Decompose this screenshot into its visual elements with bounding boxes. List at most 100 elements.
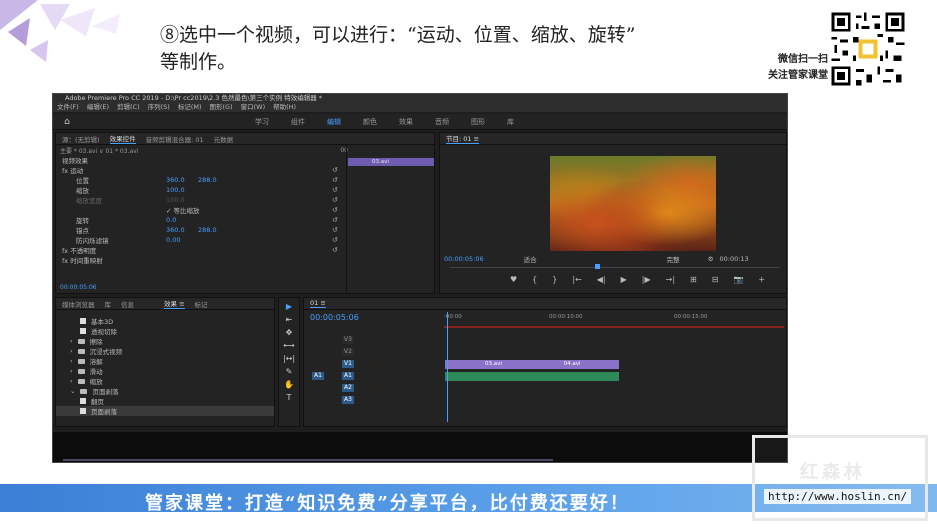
hand-tool-icon[interactable]: ✋ (284, 380, 294, 389)
ec-clip-bar[interactable]: 03.avi (348, 158, 434, 166)
reset-icon[interactable]: ↺ (332, 166, 338, 174)
effect-row-position[interactable]: 位置 360.0 288.0 ↺ (56, 175, 434, 185)
tab-media-browser[interactable]: 媒体浏览器 (62, 299, 95, 309)
menu-edit[interactable]: 编辑(E) (87, 103, 109, 112)
work-area-bar[interactable] (444, 326, 784, 328)
reset-icon[interactable]: ↺ (332, 176, 338, 184)
chevron-right-icon[interactable]: › (70, 367, 73, 375)
reset-icon[interactable]: ↺ (332, 186, 338, 194)
play-icon[interactable]: ▶ (621, 275, 627, 284)
extract-icon[interactable]: ⊟ (712, 275, 719, 284)
selection-tool-icon[interactable]: ▶ (286, 302, 292, 311)
list-item[interactable]: 翻页 (56, 396, 274, 406)
chevron-right-icon[interactable]: › (70, 357, 73, 365)
track-label[interactable]: V2 (342, 348, 354, 356)
export-frame-icon[interactable]: 📷 (733, 275, 743, 284)
menu-sequence[interactable]: 序列(S) (148, 103, 170, 112)
add-marker-icon[interactable]: ♥ (510, 275, 517, 284)
home-icon[interactable]: ⌂ (59, 114, 75, 130)
tab-info[interactable]: 信息 (121, 299, 134, 309)
reset-icon[interactable]: ↺ (332, 246, 338, 254)
audio-clip[interactable] (445, 372, 619, 381)
effect-row-rotation[interactable]: 旋转 0.0 ↺ (56, 215, 434, 225)
mark-out-icon[interactable]: } (552, 275, 557, 284)
tab-libraries[interactable]: 库 (105, 299, 112, 309)
quality-select[interactable]: 完整 (667, 254, 680, 264)
track-label[interactable]: V1 (342, 360, 354, 368)
tab-audio-mixer[interactable]: 音频剪辑混合器: 01 (146, 134, 204, 144)
lift-icon[interactable]: ⊞ (690, 275, 697, 284)
fit-select[interactable]: 适合 (524, 254, 537, 264)
effect-row-scale[interactable]: 缩放 100.0 ↺ (56, 185, 434, 195)
workspace-assembly[interactable]: 组件 (291, 117, 305, 127)
workspace-libraries[interactable]: 库 (507, 117, 514, 127)
menu-window[interactable]: 窗口(W) (241, 103, 266, 112)
list-item[interactable]: › 沉浸式视频 (56, 346, 274, 356)
tab-program[interactable]: 节目: 01 ≡ (446, 133, 480, 144)
effect-row-opacity[interactable]: fx 不透明度 ↺ (56, 245, 434, 255)
mark-in-icon[interactable]: { (532, 275, 537, 284)
effect-row-anchor[interactable]: 锚点 360.0 288.0 ↺ (56, 225, 434, 235)
rotation-value[interactable]: 0.0 (166, 216, 198, 224)
tab-markers[interactable]: 标记 (195, 299, 208, 309)
timeline-timecode[interactable]: 00:00:05:06 (310, 313, 359, 322)
ripple-edit-tool-icon[interactable]: ✥ (286, 328, 293, 337)
video-preview[interactable] (550, 156, 716, 251)
step-forward-icon[interactable]: |▶ (642, 275, 651, 284)
add-button-icon[interactable]: + (758, 275, 765, 284)
step-back-icon[interactable]: ◀| (597, 275, 606, 284)
workspace-learning[interactable]: 学习 (255, 117, 269, 127)
chevron-right-icon[interactable]: › (70, 377, 73, 385)
workspace-graphics[interactable]: 图形 (471, 117, 485, 127)
effect-row-time-remap[interactable]: fx 时间重映射 (56, 255, 434, 265)
track-label[interactable]: A3 (342, 396, 354, 404)
scale-value[interactable]: 100.0 (166, 186, 198, 194)
list-item[interactable]: › 擦除 (56, 336, 274, 346)
reset-icon[interactable]: ↺ (332, 196, 338, 204)
source-patch[interactable]: A1 (312, 372, 324, 380)
list-item[interactable]: › 溶解 (56, 356, 274, 366)
program-scrubber[interactable] (450, 267, 780, 268)
tab-effects[interactable]: 效果 ≡ (164, 298, 185, 309)
workspace-audio[interactable]: 音频 (435, 117, 449, 127)
workspace-color[interactable]: 颜色 (363, 117, 377, 127)
workspace-effects[interactable]: 效果 (399, 117, 413, 127)
effect-row-uniform-scale[interactable]: ✓ 等比缩放 ↺ (56, 205, 434, 215)
track-label[interactable]: V3 (342, 336, 354, 344)
anchor-x-value[interactable]: 360.0 (166, 226, 198, 234)
anti-flicker-value[interactable]: 0.00 (166, 236, 198, 244)
clip-breadcrumb[interactable]: 主要 * 03.avi ∨ 01 * 03.avi (60, 146, 138, 155)
chevron-right-icon[interactable]: › (70, 347, 73, 355)
go-to-in-icon[interactable]: |← (572, 275, 581, 284)
tab-sequence[interactable]: 01 ≡ (310, 299, 326, 308)
menu-markers[interactable]: 标记(M) (178, 103, 202, 112)
position-y-value[interactable]: 288.0 (198, 176, 228, 184)
list-item[interactable]: ⌄ 页面剥落 (56, 386, 274, 396)
slip-tool-icon[interactable]: |↔| (283, 354, 295, 363)
pen-tool-icon[interactable]: ✎ (286, 367, 293, 376)
effect-controls-breadcrumb[interactable]: 主要 * 03.avi ∨ 01 * 03.avi 00 (56, 145, 434, 155)
tab-metadata[interactable]: 元数据 (214, 134, 234, 144)
reset-icon[interactable]: ↺ (332, 226, 338, 234)
track-label[interactable]: A1 (342, 372, 354, 380)
list-item[interactable]: 透视切除 (56, 326, 274, 336)
track-select-tool-icon[interactable]: ⇤ (286, 315, 293, 324)
type-tool-icon[interactable]: T (287, 393, 292, 402)
tab-effect-controls[interactable]: 效果控件 (109, 133, 136, 144)
menu-clip[interactable]: 剪辑(C) (117, 103, 140, 112)
position-x-value[interactable]: 360.0 (166, 176, 198, 184)
wrench-icon[interactable]: ⚙ (708, 255, 714, 263)
chevron-right-icon[interactable]: › (70, 337, 73, 345)
list-item[interactable]: › 滑动 (56, 366, 274, 376)
list-item[interactable]: › 缩放 (56, 376, 274, 386)
effect-row-motion[interactable]: fx 运动 ↺ (56, 165, 434, 175)
reset-icon[interactable]: ↺ (332, 236, 338, 244)
menu-graphics[interactable]: 图形(G) (210, 103, 233, 112)
workspace-editing[interactable]: 编辑 (327, 117, 341, 127)
reset-icon[interactable]: ↺ (332, 216, 338, 224)
chevron-down-icon[interactable]: ⌄ (70, 387, 75, 395)
reset-icon[interactable]: ↺ (332, 206, 338, 214)
timeline-playhead[interactable] (447, 312, 448, 422)
tab-source[interactable]: 源：(无剪辑) (62, 134, 100, 144)
anchor-y-value[interactable]: 288.0 (198, 226, 228, 234)
